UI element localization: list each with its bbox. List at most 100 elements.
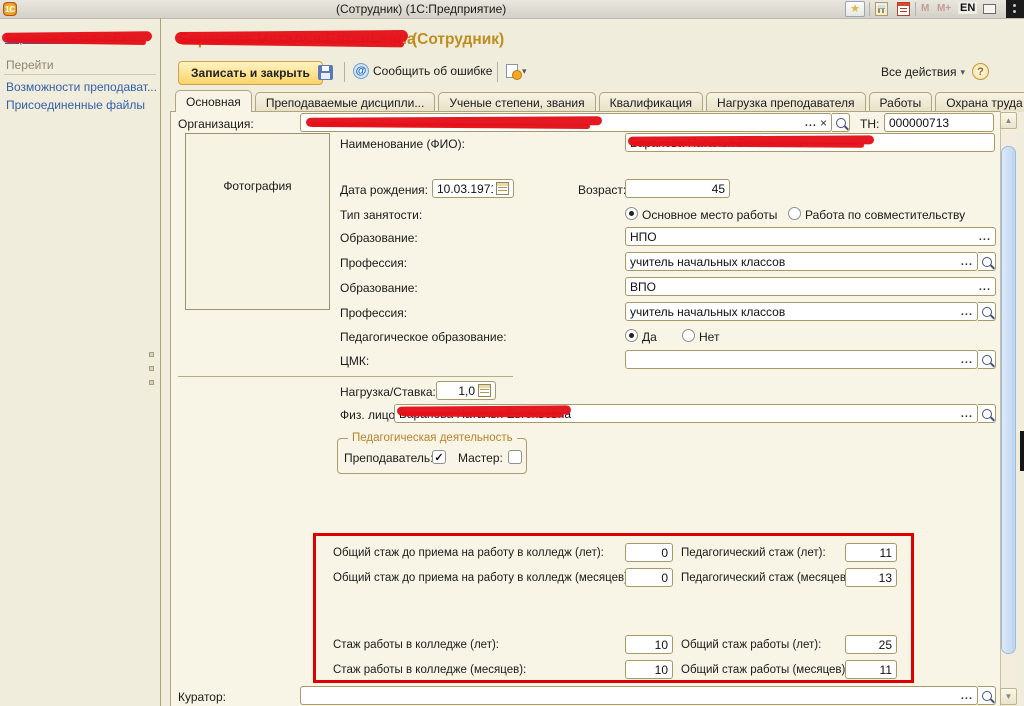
ellipsis-icon[interactable]: ... [805,118,817,128]
person-label: Физ. лицо: [340,408,398,422]
tab-qualification[interactable]: Квалификация [599,92,703,112]
ped-education-no-radio[interactable] [682,329,695,342]
sidebar-divider [4,74,156,75]
stat-field[interactable]: 0 [625,568,673,587]
help-button[interactable]: ? [972,63,989,80]
load-rate-label: Нагрузка/Ставка: [340,385,436,399]
load-rate-field[interactable]: 1,0 [436,381,496,400]
person-search-button[interactable] [978,404,996,423]
ellipsis-icon[interactable]: ... [961,409,973,419]
stat-label: Стаж работы в колледже (месяцев): [333,664,526,676]
report-error-button[interactable]: @ Сообщить об ошибке [353,63,492,79]
language-indicator[interactable]: EN [958,2,977,14]
cmk-field[interactable]: ... [625,350,978,369]
profession1-search-button[interactable] [978,252,996,271]
ped-education-yes-radio[interactable] [625,329,638,342]
stat-field[interactable]: 10 [625,635,673,654]
person-field[interactable]: Баранова Наталья Евгеньевна ... [394,404,978,423]
age-field[interactable]: 45 [625,179,730,198]
sidebar-item-teacher-capabilities[interactable]: Возможности преподават... [6,80,157,94]
ellipsis-icon[interactable]: ... [961,307,973,317]
page-title-suffix: (Сотрудник) [412,31,504,49]
profession2-search-button[interactable] [978,302,996,321]
save-button[interactable] [318,65,333,80]
stat-field[interactable]: 25 [845,635,897,654]
sidebar-item-attached-files[interactable]: Присоединенные файлы [6,98,145,112]
profession1-field[interactable]: учитель начальных классов ... [625,252,978,271]
ped-education-no-label[interactable]: Нет [699,330,719,344]
tn-field[interactable]: 000000713 [884,113,994,132]
ped-education-yes-label[interactable]: Да [642,330,657,344]
curator-field[interactable]: ... [300,686,978,705]
floppy-icon [318,65,333,80]
employment-main-radio[interactable] [625,207,638,220]
stat-field[interactable]: 10 [625,660,673,679]
document-clock-icon [506,64,518,78]
search-icon [982,307,992,317]
all-actions-button[interactable]: Все действия ▾ [881,65,965,79]
clear-icon[interactable]: × [820,117,827,129]
date-picker-icon[interactable] [496,182,509,195]
check-icon: ✓ [434,451,443,464]
ellipsis-icon[interactable]: ... [979,232,991,242]
toolbar-separator [869,2,870,16]
education2-field[interactable]: ВПО ... [625,277,996,296]
employment-parttime-radio[interactable] [788,207,801,220]
sidebar-splitter[interactable] [160,18,161,706]
splitter-grip [149,366,154,371]
calculator-icon[interactable] [875,2,888,16]
memory-plus-button[interactable]: M+ [937,3,951,14]
window-restore-icon[interactable] [983,4,996,14]
master-checkbox[interactable] [508,450,522,464]
fio-label: Наименование (ФИО): [340,137,465,151]
toolbar-separator [344,62,345,82]
tab-academic-degrees[interactable]: Ученые степени, звания [438,92,595,112]
stat-field[interactable]: 13 [845,568,897,587]
memory-button[interactable]: M [921,3,929,14]
employment-parttime-label[interactable]: Работа по совместительству [805,208,965,222]
tab-jobs[interactable]: Работы [869,92,933,112]
scroll-down-button[interactable]: ▼ [1000,688,1017,705]
cmk-search-button[interactable] [978,350,996,369]
organization-field[interactable]: ... × [300,113,832,132]
chevron-down-icon: ▾ [960,67,965,78]
ellipsis-icon[interactable]: ... [961,257,973,267]
photo-placeholder[interactable]: Фотография [185,133,330,310]
birth-date-field[interactable]: 10.03.1971 [432,179,514,198]
teacher-checkbox[interactable]: ✓ [432,450,446,464]
ped-activity-group-title: Педагогическая деятельность [348,432,517,444]
curator-search-button[interactable] [978,686,996,705]
tab-teacher-load[interactable]: Нагрузка преподавателя [706,92,866,112]
chevron-down-icon: ▾ [522,66,527,77]
scrollbar-thumb[interactable] [1001,146,1016,654]
tab-main[interactable]: Основная [175,90,252,112]
save-and-close-button[interactable]: Записать и закрыть [178,61,323,85]
stat-field[interactable]: 11 [845,543,897,562]
history-menu-button[interactable]: ▾ [506,64,527,78]
employment-main-label[interactable]: Основное место работы [642,208,777,222]
fio-field[interactable]: Баранова Наталья Евгеньевна [625,133,995,152]
calculator-picker-icon[interactable] [478,384,491,397]
organization-search-button[interactable] [832,113,850,132]
search-icon [982,691,992,701]
profession2-field[interactable]: учитель начальных классов ... [625,302,978,321]
favorites-button[interactable]: ★ [845,1,865,17]
profession2-label: Профессия: [340,306,407,320]
stat-field[interactable]: 11 [845,660,897,679]
splitter-grip [149,352,154,357]
stat-field[interactable]: 0 [625,543,673,562]
scroll-up-button[interactable]: ▲ [1000,112,1017,129]
ellipsis-icon[interactable]: ... [961,691,973,701]
tab-taught-disciplines[interactable]: Преподаваемые дисципли... [255,92,436,112]
sidebar-profile-link[interactable]: Баранова Наталья Ев... [5,31,137,45]
calendar-icon[interactable] [897,2,910,16]
tab-labor-safety[interactable]: Охрана труда [935,92,1024,112]
toolbar-separator [497,62,498,82]
education1-field[interactable]: НПО ... [625,227,996,246]
stat-label: Общий стаж до приема на работу в колледж… [333,572,631,584]
stat-label: Общий стаж до приема на работу в колледж… [333,547,604,559]
ellipsis-icon[interactable]: ... [979,282,991,292]
ellipsis-icon[interactable]: ... [961,355,973,365]
organization-label: Организация: [178,117,254,131]
up-arrow-icon: ▲ [1005,116,1013,125]
